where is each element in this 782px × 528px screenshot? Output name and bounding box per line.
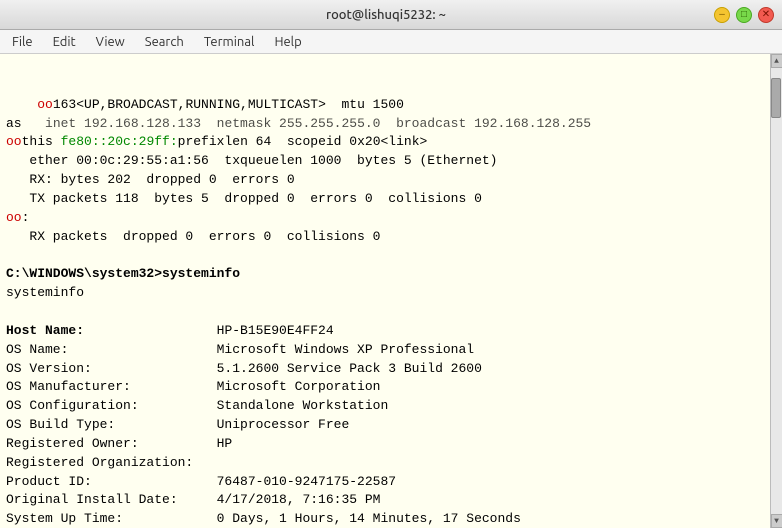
scroll-track[interactable] <box>771 68 782 514</box>
window-title: root@lishuqi5232: ~ <box>58 8 714 22</box>
menu-file[interactable]: File <box>4 33 41 51</box>
menu-edit[interactable]: Edit <box>45 33 84 51</box>
menu-view[interactable]: View <box>88 33 133 51</box>
scroll-up-button[interactable]: ▲ <box>771 54 782 68</box>
scroll-down-button[interactable]: ▼ <box>771 514 782 528</box>
close-button[interactable]: ✕ <box>758 7 774 23</box>
maximize-button[interactable]: □ <box>736 7 752 23</box>
minimize-button[interactable]: – <box>714 7 730 23</box>
title-bar: root@lishuqi5232: ~ – □ ✕ <box>0 0 782 30</box>
scrollbar[interactable]: ▲ ▼ <box>770 54 782 528</box>
menu-help[interactable]: Help <box>266 33 309 51</box>
terminal-content[interactable]: oo163<UP,BROADCAST,RUNNING,MULTICAST> mt… <box>0 54 770 528</box>
scroll-thumb[interactable] <box>771 78 781 118</box>
menu-terminal[interactable]: Terminal <box>196 33 263 51</box>
window-controls[interactable]: – □ ✕ <box>714 7 774 23</box>
menu-search[interactable]: Search <box>137 33 192 51</box>
terminal-area[interactable]: oo163<UP,BROADCAST,RUNNING,MULTICAST> mt… <box>0 54 782 528</box>
menu-bar: File Edit View Search Terminal Help <box>0 30 782 54</box>
